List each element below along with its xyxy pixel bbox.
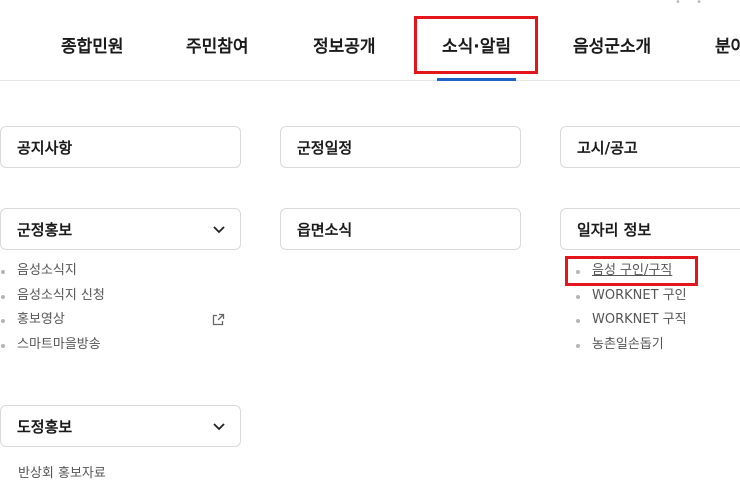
nav-item-civil-service[interactable]: 종합민원 [61, 32, 124, 57]
external-link-icon [212, 313, 225, 326]
menu-card-notice[interactable]: 공지사항 [0, 126, 241, 168]
menu-card-label: 일자리 정보 [577, 220, 652, 239]
submenu-item-worknet-hiring[interactable]: WORKNET 구인 [575, 284, 687, 309]
submenu-item-promo-video[interactable]: 홍보영상 [0, 308, 225, 333]
nav-item-participation[interactable]: 주민참여 [186, 32, 249, 57]
menu-card-jobs[interactable]: 일자리 정보 [560, 208, 740, 250]
submenu-item-label: 홍보영상 [17, 312, 65, 327]
active-tab-underline [437, 78, 516, 81]
menu-card-gosi[interactable]: 고시/공고 [560, 126, 740, 168]
submenu-item-job-search[interactable]: 음성 구인/구직 [575, 259, 687, 284]
main-navigation: • • 종합민원 주민참여 정보공개 소식·알림 음성군소개 분야 [0, 0, 740, 81]
county-promo-submenu: 음성소식지 음성소식지 신청 홍보영상 스마트마을방송 [0, 259, 225, 358]
nav-item-about[interactable]: 음성군소개 [573, 32, 651, 57]
decorative-dots: • • [675, 0, 708, 8]
menu-card-town-news[interactable]: 읍면소식 [280, 208, 521, 250]
chevron-down-icon[interactable] [212, 419, 226, 433]
nav-item-fields[interactable]: 분야 [715, 32, 740, 57]
menu-card-province-promo[interactable]: 도정홍보 [0, 405, 241, 447]
submenu-item-newsletter[interactable]: 음성소식지 [0, 259, 105, 284]
submenu-item-newsletter-subscribe[interactable]: 음성소식지 신청 [0, 284, 105, 309]
menu-card-label: 군정홍보 [17, 220, 73, 239]
menu-card-schedule[interactable]: 군정일정 [280, 126, 521, 168]
submenu-item-farm-help[interactable]: 농촌일손돕기 [575, 333, 687, 358]
chevron-down-icon[interactable] [212, 222, 226, 236]
menu-card-label: 군정일정 [297, 138, 353, 157]
submenu-item-worknet-seeking[interactable]: WORKNET 구직 [575, 308, 687, 333]
menu-card-label: 고시/공고 [577, 138, 638, 157]
jobs-submenu: 음성 구인/구직 WORKNET 구인 WORKNET 구직 농촌일손돕기 [575, 259, 687, 357]
menu-card-county-promo[interactable]: 군정홍보 [0, 208, 241, 250]
menu-card-label: 도정홍보 [17, 417, 73, 436]
nav-item-news[interactable]: 소식·알림 [442, 32, 511, 57]
nav-item-information[interactable]: 정보공개 [313, 32, 376, 57]
menu-card-label: 공지사항 [17, 138, 73, 157]
submenu-item-village-broadcast[interactable]: 스마트마을방송 [0, 333, 105, 358]
menu-card-label: 읍면소식 [297, 220, 353, 239]
